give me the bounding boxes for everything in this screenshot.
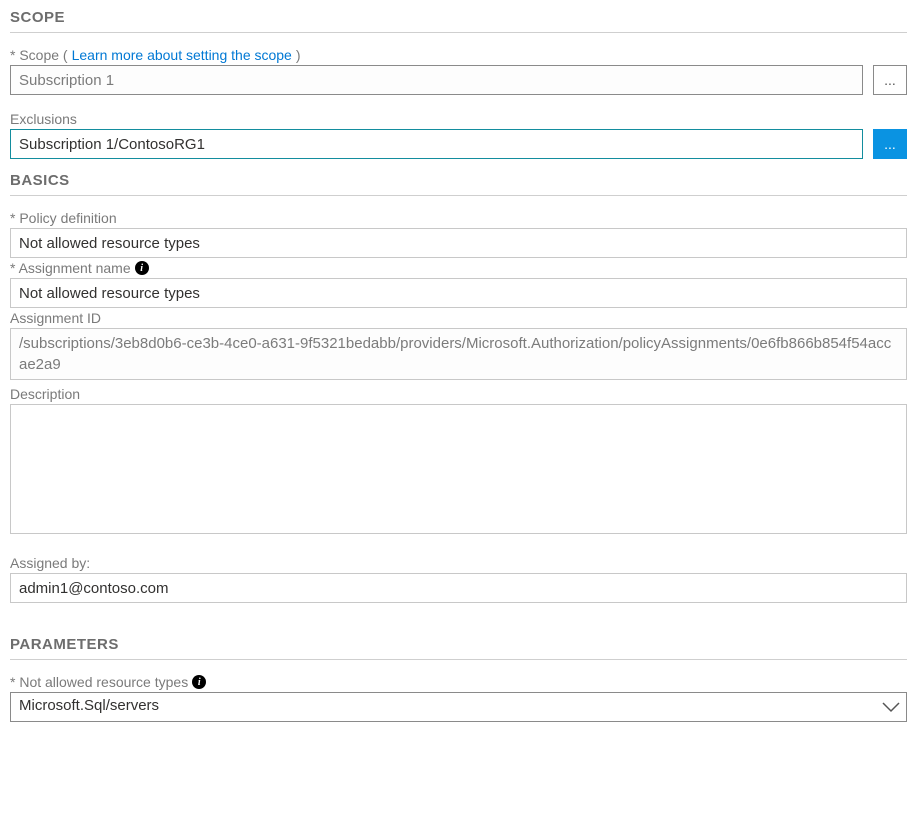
policy-definition-label: * Policy definition	[10, 210, 907, 226]
assignment-name-input[interactable]	[10, 278, 907, 308]
scope-input[interactable]	[10, 65, 863, 95]
field-assignment-id: Assignment ID /subscriptions/3eb8d0b6-ce…	[10, 310, 907, 380]
scope-learn-more-link[interactable]: Learn more about setting the scope	[72, 47, 292, 63]
not-allowed-types-value[interactable]: Microsoft.Sql/servers	[10, 692, 907, 722]
assignment-name-label: * Assignment name i	[10, 260, 907, 276]
policy-definition-input[interactable]	[10, 228, 907, 258]
assigned-by-label: Assigned by:	[10, 555, 907, 571]
field-assignment-name: * Assignment name i	[10, 260, 907, 308]
not-allowed-types-label-text: * Not allowed resource types	[10, 674, 188, 690]
description-input[interactable]	[10, 404, 907, 534]
exclusions-label: Exclusions	[10, 111, 907, 127]
assignment-id-label: Assignment ID	[10, 310, 907, 326]
scope-label-suffix: )	[296, 47, 301, 63]
section-header-basics: BASICS	[10, 169, 907, 195]
section-header-scope: SCOPE	[10, 6, 907, 32]
info-icon[interactable]: i	[135, 261, 149, 275]
scope-picker-button[interactable]: ...	[873, 65, 907, 95]
info-icon[interactable]: i	[192, 675, 206, 689]
description-label: Description	[10, 386, 907, 402]
scope-label: * Scope ( Learn more about setting the s…	[10, 47, 907, 63]
field-exclusions: Exclusions ...	[10, 111, 907, 159]
not-allowed-types-select[interactable]: Microsoft.Sql/servers	[10, 692, 907, 722]
assignment-name-label-text: * Assignment name	[10, 260, 131, 276]
divider	[10, 195, 907, 196]
assigned-by-input[interactable]	[10, 573, 907, 603]
divider	[10, 32, 907, 33]
not-allowed-types-label: * Not allowed resource types i	[10, 674, 907, 690]
divider	[10, 659, 907, 660]
field-scope: * Scope ( Learn more about setting the s…	[10, 47, 907, 95]
assignment-id-value: /subscriptions/3eb8d0b6-ce3b-4ce0-a631-9…	[10, 328, 907, 380]
scope-label-prefix: * Scope (	[10, 47, 68, 63]
section-header-parameters: PARAMETERS	[10, 633, 907, 659]
field-assigned-by: Assigned by:	[10, 555, 907, 603]
field-policy-definition: * Policy definition	[10, 210, 907, 258]
field-not-allowed-types: * Not allowed resource types i Microsoft…	[10, 674, 907, 722]
field-description: Description	[10, 386, 907, 539]
exclusions-picker-button[interactable]: ...	[873, 129, 907, 159]
exclusions-input[interactable]	[10, 129, 863, 159]
